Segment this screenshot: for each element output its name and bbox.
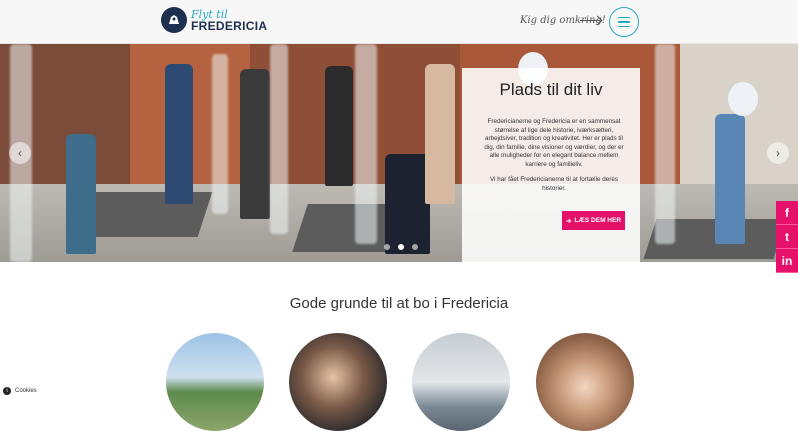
social-bar: f t in [776, 201, 798, 273]
reason-image[interactable] [412, 333, 510, 431]
reason-image[interactable] [166, 333, 264, 431]
coat-of-arms-icon [161, 7, 187, 33]
slider-dot[interactable] [412, 244, 418, 250]
fountain-spray [212, 54, 228, 214]
slider-dot[interactable] [384, 244, 390, 250]
site-logo[interactable]: Flyt til FREDERICIA [161, 7, 267, 33]
slider-prev-button[interactable]: ‹ [9, 142, 31, 164]
section-heading: Gode grunde til at bo i Fredericia [289, 295, 509, 312]
read-stories-button[interactable]: ➔ LÆS DEM HER [562, 211, 625, 230]
reason-image[interactable] [536, 333, 634, 431]
twitter-icon[interactable]: t [776, 225, 798, 249]
person-figure [325, 66, 353, 186]
hero-subtext: Vi har fået Fredericianerne til at fortæ… [490, 176, 618, 192]
chevron-left-icon: ‹ [18, 146, 22, 160]
cookies-label: Cookies [15, 388, 37, 394]
hero-slider: ‹ › Plads til dit liv Fredericianerne og… [0, 44, 798, 262]
logo-tagline: Flyt til [191, 7, 228, 21]
man-figure [165, 64, 193, 204]
arrow-right-icon: ➔ [565, 217, 572, 225]
child-figure [385, 154, 430, 254]
slider-dot-active[interactable] [398, 244, 404, 250]
child-figure [66, 134, 96, 254]
hamburger-icon [618, 16, 630, 19]
info-icon: i [3, 387, 11, 395]
man-figure [425, 64, 455, 204]
fountain-spray [655, 44, 675, 244]
slider-next-button[interactable]: › [767, 142, 789, 164]
cta-label: LÆS DEM HER [574, 217, 622, 224]
logo-name: FREDERICIA [191, 18, 268, 33]
fountain-spray [270, 44, 288, 234]
menu-button[interactable] [609, 7, 639, 37]
arrow-right-icon [580, 20, 600, 21]
slider-dots [384, 244, 418, 250]
balloon [728, 82, 758, 116]
girl-figure [715, 114, 745, 244]
reason-image[interactable] [289, 333, 387, 431]
linkedin-icon[interactable]: in [776, 249, 798, 273]
hero-card: Plads til dit liv Fredericianerne og Fre… [462, 68, 640, 262]
hero-description: Fredericianerne og Fredericia er en samm… [484, 118, 624, 168]
cookies-link[interactable]: i Cookies [3, 387, 37, 395]
facebook-icon[interactable]: f [776, 201, 798, 225]
woman-figure [240, 69, 270, 219]
hero-title: Plads til dit liv [499, 80, 603, 99]
fountain-spray [355, 44, 377, 244]
site-header: Flyt til FREDERICIA Kig dig omkring! [0, 0, 798, 44]
chevron-right-icon: › [776, 146, 780, 160]
